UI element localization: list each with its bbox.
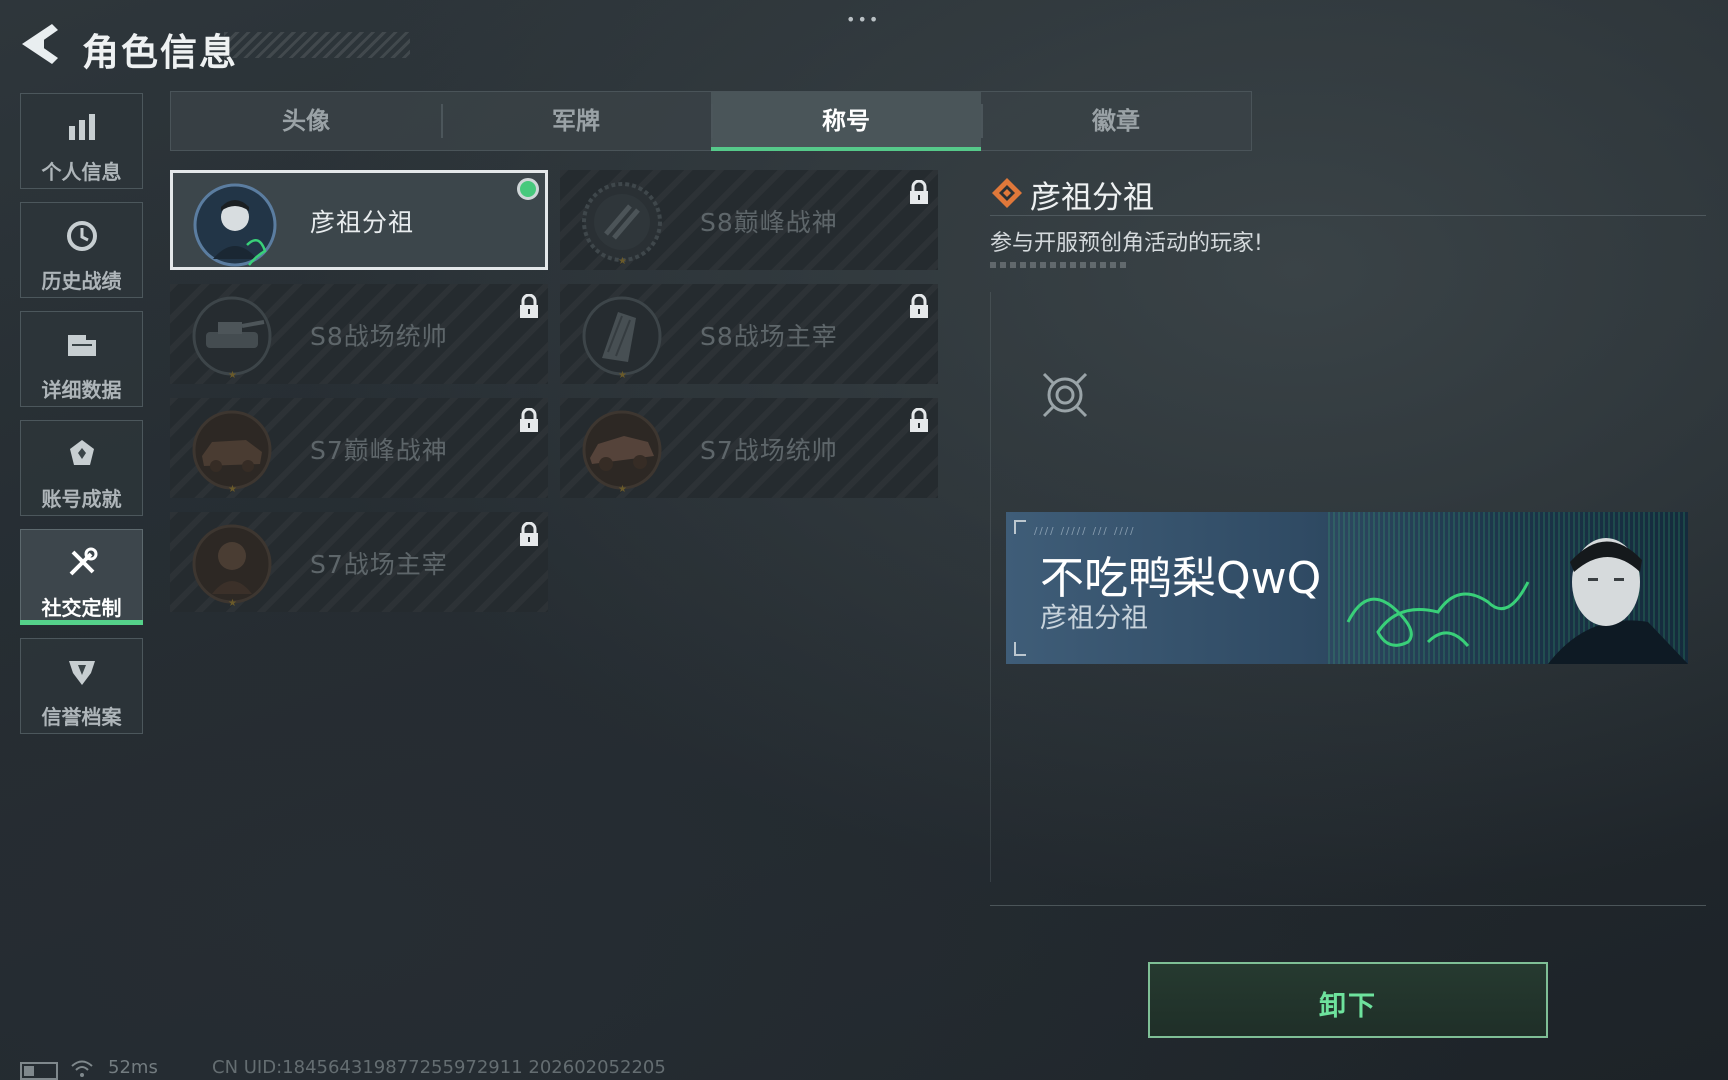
vehicle-badge-icon: ★: [582, 410, 662, 494]
title-card-locked[interactable]: ★ S7战场统帅: [560, 398, 938, 498]
battery-icon: [20, 1062, 58, 1080]
tab-bar: 头像 军牌 称号 徽章: [170, 91, 1252, 151]
svg-text:★: ★: [228, 484, 237, 494]
svg-text:★: ★: [618, 370, 627, 380]
soldier-badge-icon: ★: [192, 524, 272, 608]
detail-faded-line: [990, 262, 1126, 268]
folder-icon: [68, 335, 96, 356]
title-card-selected[interactable]: 彦祖分祖: [170, 170, 548, 270]
active-indicator: [20, 620, 143, 625]
title-card-label: S8巅峰战神: [700, 208, 838, 237]
history-clock-icon: [67, 221, 97, 251]
unequip-button[interactable]: 卸下: [1148, 962, 1548, 1038]
tab-title[interactable]: 称号: [711, 92, 981, 151]
sidebar-item-label: 信誉档案: [41, 705, 122, 729]
title-card-locked[interactable]: ★ S7战场主宰: [170, 512, 548, 612]
preview-target-icon[interactable]: [1040, 370, 1090, 420]
sidebar-item-label: 账号成就: [41, 487, 122, 511]
portrait-badge-icon: [193, 183, 277, 267]
svg-text:★: ★: [228, 370, 237, 380]
banner-decoration-text: //// ///// /// ////: [1034, 526, 1136, 537]
banner-portrait-icon: [1548, 538, 1688, 664]
lock-icon: [520, 408, 538, 432]
tools-icon: [69, 547, 98, 576]
title-card-locked[interactable]: ★ S8战场主宰: [560, 284, 938, 384]
car-badge-icon: ★: [192, 410, 272, 494]
svg-text:★: ★: [618, 484, 627, 494]
tab-avatar[interactable]: 头像: [171, 92, 441, 150]
lock-icon: [910, 294, 928, 318]
title-diamond-icon: [992, 178, 1022, 208]
lock-icon: [910, 408, 928, 432]
page-title: 角色信息: [82, 31, 238, 74]
title-card-locked[interactable]: ★ S8战场统帅: [170, 284, 548, 384]
sidebar-item-detailed-data[interactable]: 详细数据: [20, 311, 143, 407]
detail-divider: [990, 215, 1706, 216]
credit-shield-icon: [69, 661, 95, 685]
equipped-status-icon: [517, 178, 539, 200]
uid-text: CN UID:1845643198772559729​11 2026020522…: [212, 1057, 666, 1078]
tab-badge[interactable]: 徽章: [981, 92, 1251, 150]
sidebar-item-credit-file[interactable]: 信誉档案: [20, 638, 143, 734]
title-card-label: S8战场主宰: [700, 322, 838, 351]
detail-title: 彦祖分祖: [1030, 180, 1154, 216]
title-decoration: [224, 32, 410, 58]
emblem-badge-icon: ★: [582, 182, 662, 266]
sidebar-item-personal-info[interactable]: 个人信息: [20, 93, 143, 189]
detail-description: 参与开服预创角活动的玩家!: [990, 231, 1263, 256]
banner-corner: [1014, 520, 1026, 534]
unequip-button-label: 卸下: [1319, 991, 1377, 1022]
bar-chart-icon: [69, 114, 95, 140]
svg-text:★: ★: [618, 256, 627, 266]
achievement-medal-icon: [70, 440, 94, 465]
sidebar-item-label: 社交定制: [41, 596, 122, 620]
sidebar-item-label: 历史战绩: [41, 269, 122, 293]
tank-badge-icon: ★: [192, 296, 272, 380]
title-card-label: S7巅峰战神: [310, 436, 448, 465]
more-dots-icon[interactable]: •••: [846, 10, 880, 29]
sidebar-item-label: 个人信息: [41, 160, 122, 184]
building-badge-icon: ★: [582, 296, 662, 380]
title-banner-preview: //// ///// /// //// 不吃鸭梨QwQ 彦祖分祖: [1006, 512, 1688, 664]
preview-divider: [990, 905, 1706, 906]
wifi-icon: [71, 1060, 93, 1077]
title-card-label: 彦祖分祖: [310, 208, 415, 237]
sidebar-item-social-custom[interactable]: 社交定制: [20, 529, 143, 625]
banner-corner: [1014, 642, 1026, 656]
lock-icon: [910, 180, 928, 204]
title-card-label: S8战场统帅: [310, 322, 448, 351]
back-arrow-icon[interactable]: [18, 20, 62, 68]
sidebar-item-history[interactable]: 历史战绩: [20, 202, 143, 298]
title-card-label: S7战场主宰: [310, 550, 448, 579]
sidebar-item-achievements[interactable]: 账号成就: [20, 420, 143, 516]
svg-text:★: ★: [228, 598, 237, 608]
lock-icon: [520, 522, 538, 546]
tab-dog-tag[interactable]: 军牌: [441, 92, 711, 150]
banner-title: 彦祖分祖: [1040, 603, 1148, 634]
title-card-locked[interactable]: ★ S7巅峰战神: [170, 398, 548, 498]
sidebar-item-label: 详细数据: [41, 378, 122, 402]
title-card-locked[interactable]: ★ S8巅峰战神: [560, 170, 938, 270]
ping-value: 52ms: [108, 1057, 158, 1078]
lock-icon: [520, 294, 538, 318]
title-card-label: S7战场统帅: [700, 436, 838, 465]
